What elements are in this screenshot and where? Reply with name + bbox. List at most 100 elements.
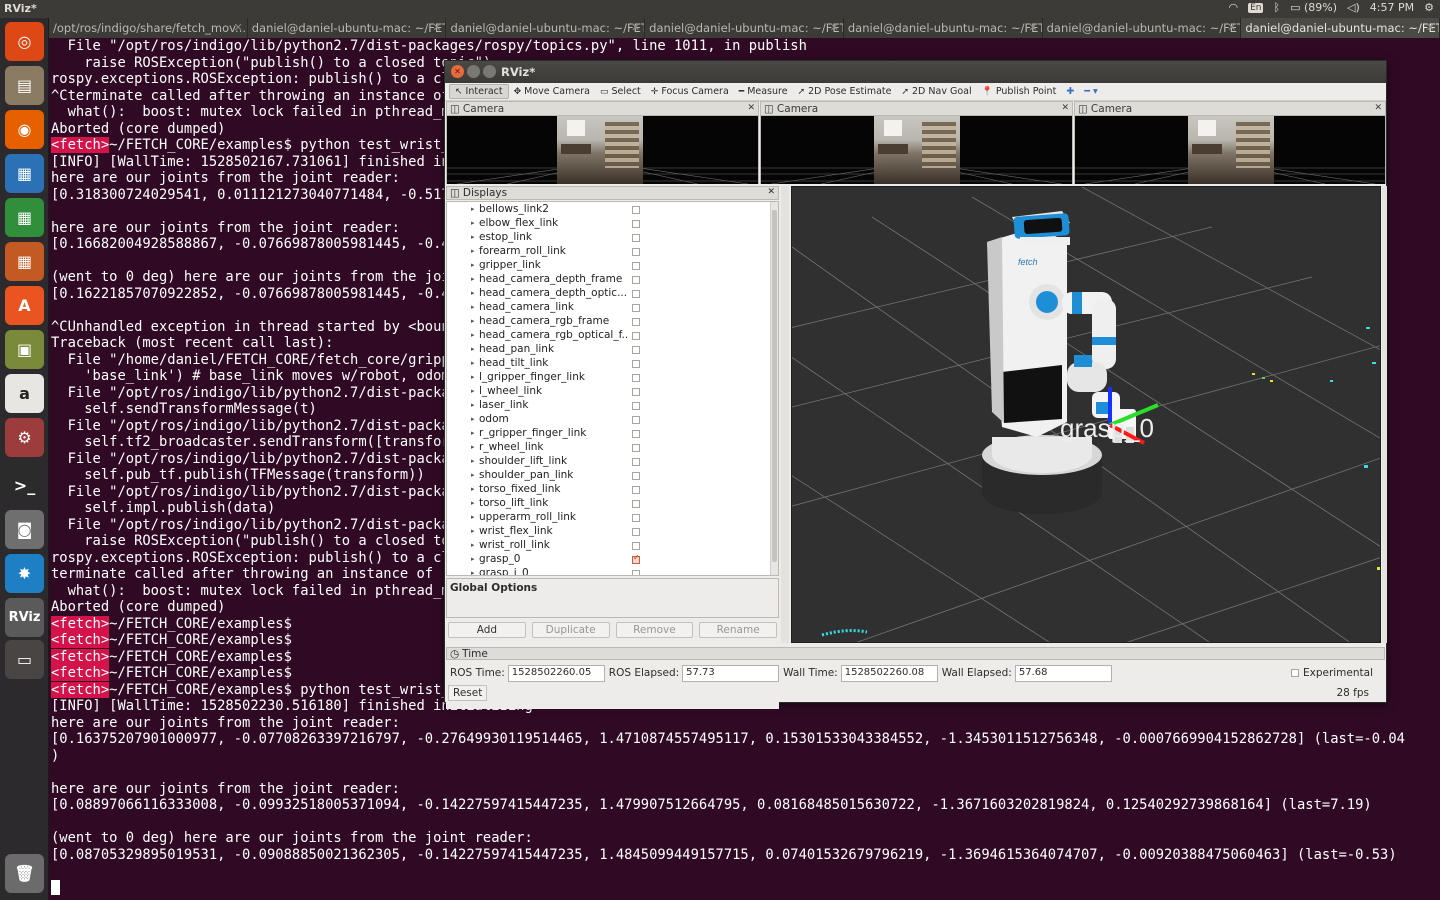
workspace-switcher-icon[interactable]: ▭	[5, 640, 44, 679]
terminal-icon[interactable]: >_	[5, 466, 44, 505]
wall-elapsed-field[interactable]: 57.68	[1014, 664, 1112, 682]
expand-arrow-icon[interactable]: ▸	[471, 275, 475, 283]
expand-arrow-icon[interactable]: ▸	[471, 457, 475, 465]
expand-arrow-icon[interactable]: ▸	[471, 541, 475, 549]
panel-float-icon[interactable]: ◫	[450, 103, 460, 115]
experimental-checkbox-box[interactable]	[1290, 669, 1299, 677]
amazon-icon[interactable]: a	[5, 374, 44, 413]
firefox-icon[interactable]: ◉	[5, 110, 44, 149]
display-tree-item[interactable]: ▸ grasp_0	[447, 553, 771, 567]
tool-publish-point[interactable]: 📍 Publish Point	[977, 84, 1062, 99]
display-tree-item[interactable]: ▸ head_camera_depth_optic...	[447, 287, 771, 301]
tab-close-icon[interactable]: ✕	[631, 21, 640, 34]
duplicate-display-button[interactable]: Duplicate	[531, 622, 610, 638]
tab-close-icon[interactable]: ✕	[1227, 21, 1236, 34]
display-enabled-checkbox[interactable]	[632, 318, 640, 326]
ros-elapsed-field[interactable]: 57.73	[682, 664, 780, 682]
expand-arrow-icon[interactable]: ▸	[471, 471, 475, 479]
expand-arrow-icon[interactable]: ▸	[471, 555, 475, 563]
display-enabled-checkbox[interactable]	[632, 570, 640, 575]
panel-close-icon[interactable]: ✕	[747, 103, 755, 113]
display-tree-item[interactable]: ▸ head_camera_rgb_optical_f...	[447, 329, 771, 343]
camera-image-view[interactable]	[761, 116, 1072, 184]
rviz-icon[interactable]: RViz	[5, 598, 44, 637]
display-tree-item[interactable]: ▸ wrist_roll_link	[447, 539, 771, 553]
panel-close-icon[interactable]: ✕	[767, 187, 775, 197]
panel-float-icon[interactable]: ◷	[450, 648, 459, 660]
display-enabled-checkbox[interactable]	[632, 276, 640, 284]
tool-select[interactable]: ▭ Select	[595, 84, 646, 99]
expand-arrow-icon[interactable]: ▸	[471, 527, 475, 535]
display-tree-item[interactable]: ▸ torso_fixed_link	[447, 483, 771, 497]
tool-move-camera[interactable]: ✥ Move Camera	[509, 84, 595, 99]
displays-tree[interactable]: ▸ bellows_link2 ▸ elbow_flex_link ▸ estop_lin…	[446, 201, 779, 576]
display-tree-item[interactable]: ▸ head_tilt_link	[447, 357, 771, 371]
expand-arrow-icon[interactable]: ▸	[471, 429, 475, 437]
rename-display-button[interactable]: Rename	[699, 622, 777, 638]
software-center-icon[interactable]: A	[5, 286, 44, 325]
calc-icon[interactable]: ▦	[5, 198, 44, 237]
screenshot-icon[interactable]: ◙	[5, 510, 44, 549]
3d-viewport[interactable]: fetch grasp_0	[791, 186, 1381, 643]
tool-measure[interactable]: ━ Measure	[734, 84, 793, 99]
display-tree-item[interactable]: ▸ r_wheel_link	[447, 441, 771, 455]
display-enabled-checkbox[interactable]	[632, 206, 640, 214]
display-tree-item[interactable]: ▸ head_pan_link	[447, 343, 771, 357]
expand-arrow-icon[interactable]: ▸	[471, 569, 475, 575]
rviz-splash-icon[interactable]: ✸	[5, 554, 44, 593]
displays-scrollbar[interactable]	[770, 202, 778, 575]
expand-arrow-icon[interactable]: ▸	[471, 415, 475, 423]
display-tree-item[interactable]: ▸ torso_lift_link	[447, 497, 771, 511]
display-tree-item[interactable]: ▸ forearm_roll_link	[447, 245, 771, 259]
panel-close-icon[interactable]: ✕	[1061, 103, 1069, 113]
add-tool-icon[interactable]: ✚	[1061, 84, 1079, 99]
tab-close-icon[interactable]: ✕	[1028, 21, 1037, 34]
panel-float-icon[interactable]: ◫	[450, 187, 460, 199]
tab-close-icon[interactable]: ✕	[432, 21, 441, 34]
expand-arrow-icon[interactable]: ▸	[471, 205, 475, 213]
remove-tool-menu-icon[interactable]: ━ ▾	[1079, 84, 1103, 99]
tab-close-icon[interactable]: ✕	[1426, 21, 1435, 34]
bluetooth-icon[interactable]: ᛒ	[1273, 1, 1280, 14]
right-splitter[interactable]	[1382, 186, 1387, 643]
terminal-tab[interactable]: daniel@daniel-ubuntu-mac: ~/FET... ✕	[1043, 18, 1242, 38]
wifi-icon[interactable]: ◠	[1228, 1, 1238, 14]
terminal-tab[interactable]: daniel@daniel-ubuntu-mac: ~/FET... ✕	[248, 18, 447, 38]
display-tree-item[interactable]: ▸ elbow_flex_link	[447, 217, 771, 231]
terminal-tab[interactable]: daniel@daniel-ubuntu-mac: ~/FET... ✕	[446, 18, 646, 38]
display-enabled-checkbox[interactable]	[632, 262, 640, 270]
window-minimize-icon[interactable]	[467, 65, 480, 78]
volume-icon[interactable]: ◁)	[1347, 1, 1360, 14]
expand-arrow-icon[interactable]: ▸	[471, 289, 475, 297]
display-enabled-checkbox[interactable]	[632, 416, 640, 424]
impress-icon[interactable]: ▦	[5, 242, 44, 281]
tab-close-icon[interactable]: ✕	[830, 21, 839, 34]
ubuntu-dash-icon[interactable]: ◎	[5, 22, 44, 61]
display-tree-item[interactable]: ▸ laser_link	[447, 399, 771, 413]
expand-arrow-icon[interactable]: ▸	[471, 373, 475, 381]
display-enabled-checkbox[interactable]	[632, 542, 640, 550]
terminal-tab[interactable]: daniel@daniel-ubuntu-mac: ~/FET... ✕	[645, 18, 844, 38]
keyboard-layout-indicator[interactable]: En	[1248, 2, 1264, 13]
tool-focus-camera[interactable]: ✛ Focus Camera	[646, 84, 734, 99]
system-settings-icon[interactable]: ⚙	[5, 418, 44, 457]
expand-arrow-icon[interactable]: ▸	[471, 247, 475, 255]
scrollbar-thumb[interactable]	[772, 210, 777, 562]
rviz-titlebar[interactable]: ✕ RViz*	[445, 61, 1386, 83]
expand-arrow-icon[interactable]: ▸	[471, 387, 475, 395]
display-tree-item[interactable]: ▸ head_camera_rgb_frame	[447, 315, 771, 329]
trash-icon[interactable]: 🗑	[5, 854, 44, 893]
display-enabled-checkbox[interactable]	[632, 553, 640, 564]
display-enabled-checkbox[interactable]	[632, 402, 640, 410]
wall-time-field[interactable]: 1528502260.08	[840, 664, 938, 682]
display-enabled-checkbox[interactable]	[632, 514, 640, 522]
display-tree-item[interactable]: ▸ shoulder_lift_link	[447, 455, 771, 469]
display-tree-item[interactable]: ▸ head_camera_link	[447, 301, 771, 315]
expand-arrow-icon[interactable]: ▸	[471, 359, 475, 367]
window-maximize-icon[interactable]	[483, 65, 496, 78]
camera-image-view[interactable]	[447, 116, 758, 184]
display-enabled-checkbox[interactable]	[632, 332, 640, 340]
display-enabled-checkbox[interactable]	[632, 220, 640, 228]
battery-indicator[interactable]: ▭ (89%)	[1290, 1, 1337, 14]
display-tree-item[interactable]: ▸ head_camera_depth_frame	[447, 273, 771, 287]
